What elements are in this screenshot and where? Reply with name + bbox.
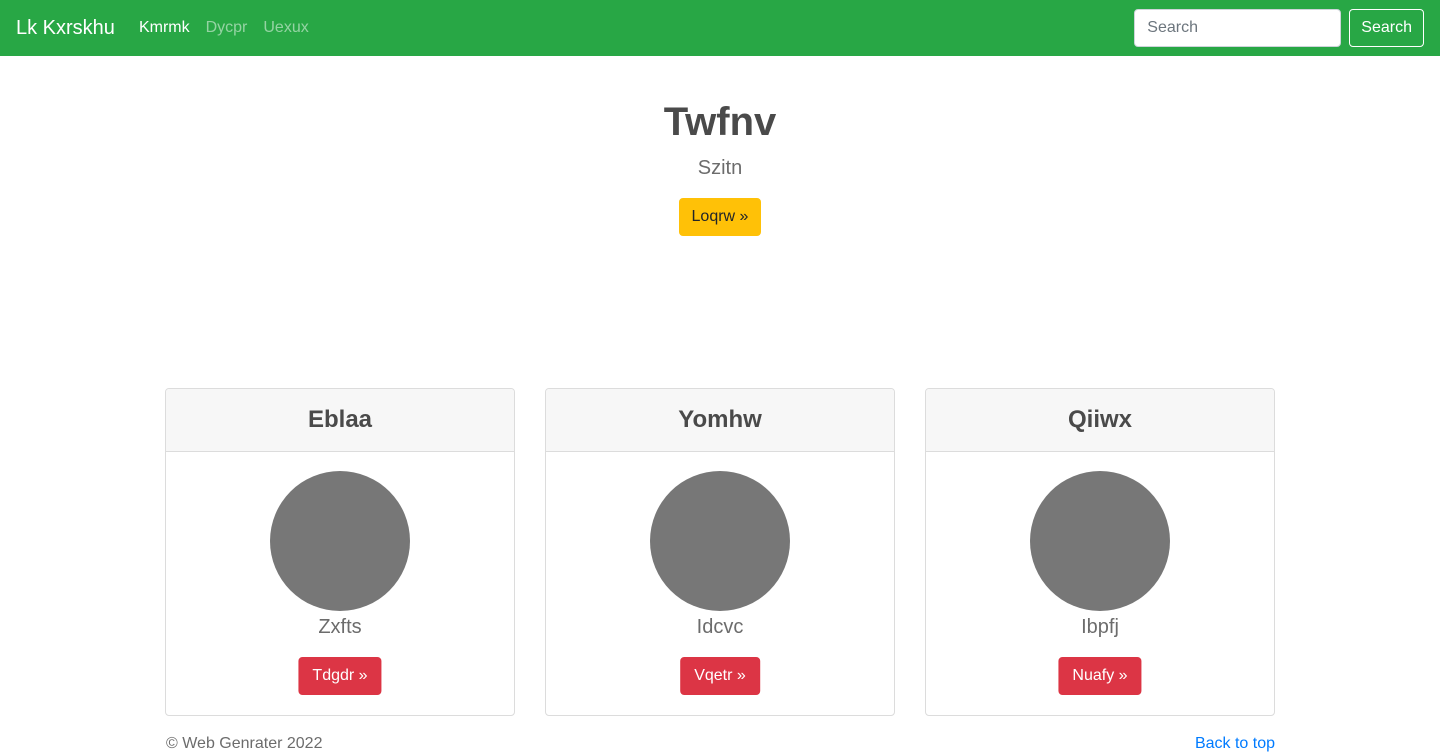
search-form: Search [1134,9,1424,47]
card-button[interactable]: Tdgdr » [298,657,382,695]
nav-link-kmrmk[interactable]: Kmrmk [139,19,190,37]
card-title: Qiiwx [1067,406,1133,433]
avatar-placeholder [1030,471,1170,611]
card-title: Eblaa [307,406,373,433]
avatar-placeholder [270,471,410,611]
hero-title: Twfnv [663,100,777,144]
card-title: Yomhw [678,406,762,433]
nav-link-dycpr[interactable]: Dycpr [206,19,248,37]
card-header: Yomhw [546,389,894,452]
avatar-placeholder [650,471,790,611]
footer-copyright: © Web Genrater 2022 [166,735,323,752]
card-text: Idcvc [696,616,744,638]
nav-links: Kmrmk Dycpr Uexux [139,19,325,37]
card-text: Ibpfj [1081,616,1119,638]
card-eblaa: Eblaa Zxfts Tdgdr » [165,388,515,716]
search-button[interactable]: Search [1349,9,1424,47]
hero-subtitle: Szitn [697,157,743,179]
brand-logo[interactable]: Lk Kxrskhu [16,17,115,40]
card-yomhw: Yomhw Idcvc Vqetr » [545,388,895,716]
back-to-top-link[interactable]: Back to top [1195,735,1275,753]
search-input[interactable] [1134,9,1342,47]
card-header: Eblaa [166,389,514,452]
card-qiiwx: Qiiwx Ibpfj Nuafy » [925,388,1275,716]
hero-button[interactable]: Loqrw » [679,198,761,236]
card-header: Qiiwx [926,389,1274,452]
card-button[interactable]: Vqetr » [680,657,760,695]
card-button[interactable]: Nuafy » [1058,657,1142,695]
nav-link-uexux[interactable]: Uexux [263,19,308,37]
navbar: Lk Kxrskhu Kmrmk Dycpr Uexux Search [0,0,1440,56]
card-text: Zxfts [318,616,362,638]
